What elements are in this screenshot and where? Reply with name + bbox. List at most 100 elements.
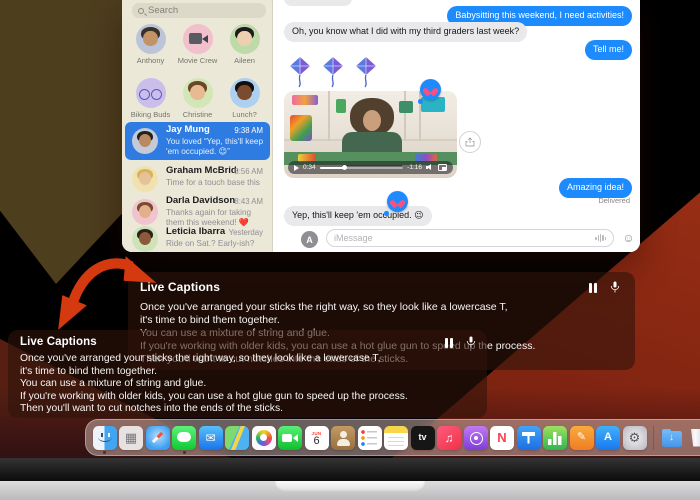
heart-tapback-icon	[420, 79, 441, 100]
downloads-icon: ↓	[660, 426, 684, 450]
dock-app-news[interactable]: N	[490, 424, 515, 451]
dock-app-launchpad[interactable]: ▦	[119, 424, 144, 451]
keynote-icon	[516, 425, 541, 450]
dock-app-contacts[interactable]	[331, 424, 356, 451]
pinned-chat-biking-buds[interactable]: Biking Buds	[127, 78, 174, 119]
apps-a-icon[interactable]: A	[301, 231, 318, 248]
running-indicator-dot	[103, 451, 106, 454]
search-input[interactable]: Search	[132, 3, 266, 18]
dock-app-maps[interactable]	[225, 424, 250, 451]
live-captions-title: Live Captions	[140, 280, 220, 294]
photos-icon	[251, 425, 276, 450]
dock-app-settings[interactable]: ⚙	[622, 424, 647, 451]
messages-icon	[172, 425, 196, 450]
facetime-icon	[278, 425, 302, 450]
microphone-icon[interactable]	[465, 336, 477, 349]
video-remaining: -1:16	[407, 164, 422, 171]
messages-window: Search Anthony Movie Crew Aileen Biking …	[122, 0, 640, 252]
dock-app-photos[interactable]	[251, 424, 276, 451]
share-button[interactable]	[459, 131, 481, 153]
dock-app-appstore[interactable]: A	[596, 424, 621, 451]
kite-emoji	[356, 57, 376, 88]
conversation-time: 8:56 AM	[234, 167, 263, 176]
dock-app-mail[interactable]: ✉	[198, 424, 223, 451]
pinned-chat-aileen[interactable]: Aileen	[221, 24, 268, 65]
pin-label: Christine	[182, 110, 213, 119]
dock-app-notes[interactable]	[384, 424, 409, 451]
video-controls[interactable]: 0:34 -1:16	[288, 161, 453, 174]
caption-line: it's time to bind them together.	[20, 365, 158, 377]
appstore-icon: A	[596, 425, 620, 450]
pinned-chat-movie-crew[interactable]: Movie Crew	[174, 24, 221, 65]
dock: ▦ ✉ JUN 6 tv ♫ N ✎ A ⚙ ↓	[85, 419, 700, 456]
launchpad-icon: ▦	[119, 425, 143, 450]
caption-line: Once you've arranged your sticks the rig…	[140, 301, 508, 313]
red-double-curved-arrow	[58, 256, 157, 330]
message-input[interactable]: iMessage	[326, 229, 614, 247]
dock-app-safari[interactable]	[145, 424, 170, 451]
microphone-icon[interactable]	[609, 281, 621, 294]
video-attachment[interactable]: 0:34 -1:16	[284, 91, 457, 178]
dock-app-downloads[interactable]: ↓	[659, 424, 684, 451]
audio-waveform-icon[interactable]	[595, 234, 606, 242]
desktop: Search Anthony Movie Crew Aileen Biking …	[0, 0, 700, 458]
notes-icon	[384, 425, 408, 450]
emoji-smiley-icon[interactable]: ☺	[621, 231, 636, 246]
dock-app-tv[interactable]: tv	[410, 424, 435, 451]
dock-app-numbers[interactable]	[543, 424, 568, 451]
pause-icon[interactable]	[588, 282, 597, 293]
pinned-chat-lunch[interactable]: Lunch?	[221, 78, 268, 119]
dock-app-calendar[interactable]: JUN 6	[304, 424, 329, 451]
dock-app-podcasts[interactable]	[463, 424, 488, 451]
message-bubble-outgoing: Amazing idea!	[558, 178, 632, 198]
conversation-name: Graham McBride	[166, 166, 238, 176]
chat-transcript: Babysitting this weekend, I need activit…	[274, 0, 640, 252]
conversation-jay-mung[interactable]: Jay Mung 9:38 AM You loved “Yep, this'll…	[125, 122, 270, 160]
conversation-name: Jay Mung	[166, 125, 210, 135]
dock-app-finder[interactable]	[92, 424, 117, 454]
video-elapsed: 0:34	[303, 164, 316, 171]
dock-app-reminders[interactable]	[357, 424, 382, 451]
dock-app-trash[interactable]	[686, 424, 700, 451]
avatar	[135, 78, 166, 108]
volume-icon[interactable]	[426, 164, 434, 171]
macbook-bezel	[0, 458, 700, 481]
message-bubble-outgoing: Tell me!	[584, 40, 632, 60]
podcasts-icon	[463, 425, 488, 450]
dock-app-keynote[interactable]	[516, 424, 541, 451]
dock-app-pages[interactable]: ✎	[569, 424, 594, 451]
dock-app-messages[interactable]	[172, 424, 197, 454]
music-icon: ♫	[437, 425, 461, 450]
dock-app-music[interactable]: ♫	[437, 424, 462, 451]
calendar-icon: JUN 6	[304, 425, 329, 450]
message-bubble-incoming: Oh, you know what I did with my third gr…	[284, 22, 528, 42]
play-icon[interactable]	[294, 164, 299, 171]
pin-label: Movie Crew	[177, 56, 218, 65]
caption-line: it's time to bind them together.	[140, 314, 280, 326]
kite-emoji-row	[288, 56, 378, 88]
pause-icon[interactable]	[444, 337, 453, 348]
pages-icon: ✎	[569, 425, 594, 450]
live-captions-panel-front[interactable]: Live Captions Once you've arranged your …	[8, 330, 487, 418]
message-input-placeholder: iMessage	[334, 233, 373, 243]
running-indicator-dot	[182, 451, 186, 454]
kite-emoji	[290, 57, 310, 88]
contacts-icon	[331, 425, 355, 450]
pin-label: Lunch?	[232, 110, 257, 119]
conversation-graham-mcbride[interactable]: Graham McBride 8:56 AM Time for a touch …	[125, 163, 270, 192]
macbook-lid-notch	[275, 481, 425, 492]
dock-app-facetime[interactable]	[278, 424, 303, 451]
settings-icon: ⚙	[622, 425, 647, 450]
avatar	[229, 78, 260, 108]
pinned-chat-anthony[interactable]: Anthony	[127, 24, 174, 65]
conversation-preview: You loved “Yep, this'll keep 'em occupie…	[166, 136, 264, 156]
pinned-chat-christine[interactable]: Christine	[174, 78, 221, 119]
avatar	[132, 166, 158, 192]
video-scrubber[interactable]	[319, 165, 404, 170]
avatar	[132, 128, 158, 154]
macbook-screenshot: Search Anthony Movie Crew Aileen Biking …	[0, 0, 700, 500]
pip-icon[interactable]	[438, 164, 447, 171]
caption-line: You can use a mixture of string and glue…	[20, 378, 207, 390]
heart-tapback-icon	[387, 191, 408, 212]
messages-sidebar: Search Anthony Movie Crew Aileen Biking …	[122, 0, 273, 252]
